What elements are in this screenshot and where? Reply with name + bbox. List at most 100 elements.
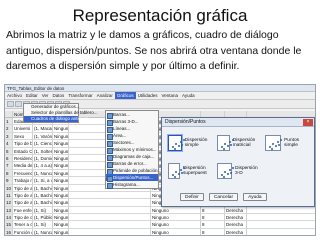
menu-9[interactable]: Ayuda [180,92,197,99]
graphs-menu-item[interactable]: Cuadros de diálogo antiguos [24,116,88,122]
table-cell[interactable]: 16 [5,228,13,235]
table-cell[interactable]: (1, Si) [33,221,53,228]
table-cell[interactable]: Ninguno [53,184,69,191]
table-cell[interactable]: 7 [5,162,13,169]
scatter-overlay-icon[interactable] [168,163,185,179]
table-cell[interactable]: Ninguno [53,199,69,206]
menu-8[interactable]: Ventana [159,92,180,99]
table-cell[interactable]: (1, Ciencia [33,140,53,147]
legacy-menu-item[interactable]: Líneas... [106,125,158,133]
table-cell[interactable]: Ninguno [53,162,69,169]
menu-4[interactable]: Transformar [66,92,94,99]
table-cell[interactable]: 10 [5,184,13,191]
define-button[interactable]: Definir [180,193,204,201]
table-cell[interactable]: Ninguno [53,206,69,214]
table-cell[interactable]: (1, Macareb [33,125,53,132]
table-cell[interactable]: Estado Civil [13,147,33,154]
table-cell[interactable]: Media de trans [13,162,33,169]
legacy-menu-item[interactable]: Diagramas de caja... [106,153,158,161]
table-cell[interactable]: (1, Varón) [33,132,53,140]
menu-6[interactable]: Gráficos [114,92,136,99]
table-cell[interactable] [69,191,151,199]
scatter-option[interactable]: Dispersión 3-D [216,160,262,182]
table-cell[interactable]: Ninguno [53,177,69,184]
table-cell[interactable]: 15 [5,221,13,228]
legacy-menu-item[interactable]: Pirámide de población... [106,167,161,175]
table-cell[interactable]: (1, Si, a ve [33,177,53,184]
menu-3[interactable]: Datos [51,92,67,99]
table-cell[interactable]: Universi [13,125,33,132]
table-cell[interactable] [69,206,151,214]
table-cell[interactable]: Derecha [225,221,247,228]
table-cell[interactable]: (1, Bachiller [33,184,53,191]
table-cell[interactable]: Derecha [225,228,247,235]
table-cell[interactable]: 8 [201,214,225,221]
close-icon[interactable]: × [303,119,313,126]
table-cell[interactable]: Fue enfermería [13,206,33,214]
table-cell[interactable]: Derecha [225,214,247,221]
table-cell[interactable]: Ninguno [53,140,69,147]
table-cell[interactable]: Ninguno [151,206,201,214]
table-cell[interactable]: 6 [5,154,13,162]
cancel-button[interactable]: Cancelar [208,193,239,201]
table-cell[interactable]: 8 [201,221,225,228]
legacy-menu-item[interactable]: Dispersión/Puntos... [106,174,158,182]
legacy-menu-item[interactable]: Área... [106,132,158,140]
table-cell[interactable]: 4 [5,140,13,147]
table-cell[interactable]: (1, Soltero/a [33,147,53,154]
table-cell[interactable]: Tipo de acceso [13,191,33,199]
table-row[interactable]: 14Tipo de centr(1, PúblicoNingunoNinguno… [5,214,315,222]
table-cell[interactable]: Ninguno [53,191,69,199]
table-cell[interactable]: (1, Bachiller [33,191,53,199]
table-cell[interactable]: Ninguno [53,221,69,228]
scatter-matrix-icon[interactable] [216,135,234,151]
scatter-option[interactable]: Dispersión simple [168,132,213,154]
table-cell[interactable]: Ninguno [151,228,201,235]
table-cell[interactable]: Ninguno [53,228,69,235]
help-button[interactable]: Ayuda [243,193,267,201]
table-cell[interactable]: 14 [5,214,13,221]
table-row[interactable]: 13Fue enfermería(1, Si)NingunoNinguno8De… [5,206,315,215]
legacy-menu-item[interactable]: Barras... [106,111,158,119]
table-cell[interactable]: 1 [5,118,13,125]
table-cell[interactable]: (1, Bachiller [33,199,53,206]
table-cell[interactable] [69,214,151,221]
table-cell[interactable]: Derecha [225,206,247,214]
table-cell[interactable]: (1, Si) [33,206,53,214]
scatter-simple-icon[interactable] [168,135,185,151]
table-cell[interactable]: Trabajo remune [13,177,33,184]
menu-0[interactable]: Archivo [5,92,24,99]
table-cell[interactable]: Ninguno [53,147,69,154]
table-cell[interactable]: Ninguno [53,132,69,140]
table-cell[interactable]: Tipo de bachi [13,140,33,147]
table-cell[interactable]: Residencia [13,154,33,162]
table-cell[interactable]: 5 [5,147,13,154]
table-cell[interactable]: 2 [5,125,13,132]
menu-5[interactable]: Analizar [95,92,115,99]
table-cell[interactable]: Tipo de acceso [13,199,33,206]
table-cell[interactable]: Ninguno [53,214,69,221]
legacy-menu-item[interactable]: Barras de error... [106,160,158,168]
legacy-menu-item[interactable]: Sectores... [106,139,158,147]
table-cell[interactable]: 8 [201,206,225,214]
legacy-menu-item[interactable]: Histograma... [106,181,158,189]
table-cell[interactable] [69,228,151,235]
table-cell[interactable]: Tener a conta [13,221,33,228]
scatter-3d-icon[interactable] [216,163,234,179]
menu-2[interactable]: Ver [40,92,51,99]
menu-1[interactable]: Editar [24,92,40,99]
table-cell[interactable]: 9 [5,177,13,184]
table-cell[interactable] [69,199,151,206]
table-cell[interactable]: (1, Nunca) [33,228,53,235]
save-icon[interactable] [15,101,22,107]
table-cell[interactable]: Ninguno [151,214,201,221]
scatter-option[interactable]: Dispersión matricial [216,132,262,154]
table-cell[interactable]: 8 [201,228,225,235]
table-cell[interactable] [69,221,151,228]
table-cell[interactable]: 8 [5,169,13,177]
table-row[interactable]: 16Función dedica(1, Nunca)NingunoNinguno… [5,228,315,235]
table-cell[interactable]: 11 [5,191,13,199]
table-cell[interactable]: 12 [5,199,13,206]
table-cell[interactable]: (1, Domicilio [33,154,53,162]
table-cell[interactable]: Ninguno [53,125,69,132]
